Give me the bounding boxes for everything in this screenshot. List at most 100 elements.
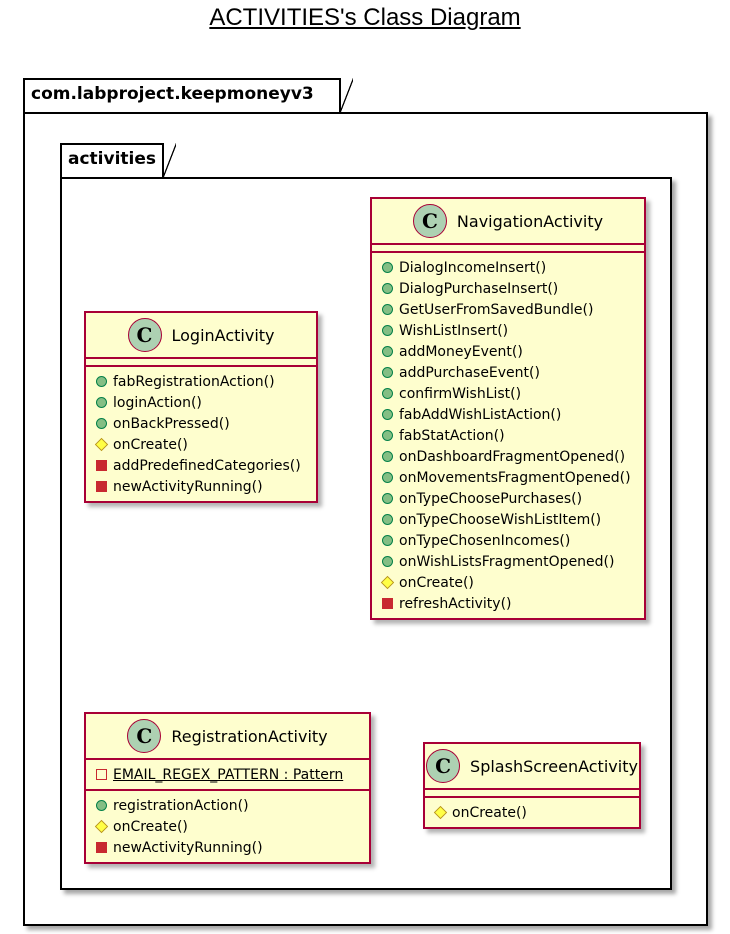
- class-method: addMoneyEvent(): [382, 341, 638, 362]
- method-signature: addPredefinedCategories(): [113, 457, 301, 474]
- class-method: confirmWishList(): [382, 383, 638, 404]
- method-signature: onWishListsFragmentOpened(): [399, 553, 615, 570]
- public-visibility-icon: [96, 376, 107, 387]
- outer-package-tab: com.labproject.keepmoneyv3: [23, 78, 353, 114]
- public-visibility-icon: [382, 430, 393, 441]
- class-method: onCreate(): [94, 434, 310, 455]
- protected-visibility-icon: [433, 805, 448, 820]
- class-header: C NavigationActivity: [372, 199, 644, 245]
- public-visibility-icon: [382, 514, 393, 525]
- method-signature: DialogIncomeInsert(): [399, 259, 547, 276]
- public-visibility-icon: [382, 388, 393, 399]
- method-signature: onCreate(): [113, 818, 188, 835]
- private-visibility-icon: [96, 769, 107, 780]
- class-method: loginAction(): [96, 392, 310, 413]
- class-method: GetUserFromSavedBundle(): [382, 299, 638, 320]
- methods-compartment: registrationAction() onCreate() newActivit…: [86, 791, 369, 862]
- class-splash-screen-activity[interactable]: C SplashScreenActivity onCreate(): [423, 742, 641, 829]
- class-method: addPurchaseEvent(): [382, 362, 638, 383]
- class-name: SplashScreenActivity: [470, 756, 638, 776]
- method-signature: addMoneyEvent(): [399, 343, 523, 360]
- public-visibility-icon: [382, 304, 393, 315]
- class-method: refreshActivity(): [382, 593, 638, 614]
- method-signature: onTypeChoosePurchases(): [399, 490, 583, 507]
- public-visibility-icon: [382, 493, 393, 504]
- public-visibility-icon: [96, 397, 107, 408]
- class-stereotype-icon: C: [412, 204, 447, 238]
- methods-compartment: DialogIncomeInsert() DialogPurchaseInsert…: [372, 253, 644, 618]
- private-visibility-icon: [96, 460, 107, 471]
- method-signature: onTypeChosenIncomes(): [399, 532, 571, 549]
- method-signature: addPurchaseEvent(): [399, 364, 540, 381]
- public-visibility-icon: [382, 283, 393, 294]
- class-stereotype-icon: C: [127, 318, 162, 352]
- class-method: onDashboardFragmentOpened(): [382, 446, 638, 467]
- method-signature: loginAction(): [113, 394, 202, 411]
- public-visibility-icon: [382, 556, 393, 567]
- method-signature: onBackPressed(): [113, 415, 230, 432]
- protected-visibility-icon: [94, 819, 109, 834]
- outer-package-name: com.labproject.keepmoneyv3: [31, 84, 314, 104]
- class-method: WishListInsert(): [382, 320, 638, 341]
- method-signature: WishListInsert(): [399, 322, 509, 339]
- protected-visibility-icon: [94, 437, 109, 452]
- class-header: C RegistrationActivity: [86, 714, 369, 760]
- class-navigation-activity[interactable]: C NavigationActivity DialogIncomeInsert(…: [370, 197, 646, 620]
- class-method: onTypeChooseWishListItem(): [382, 509, 638, 530]
- class-method: onCreate(): [94, 816, 363, 837]
- class-method: onBackPressed(): [96, 413, 310, 434]
- methods-compartment: fabRegistrationAction() loginAction() onBa…: [86, 367, 316, 501]
- public-visibility-icon: [382, 451, 393, 462]
- class-name: RegistrationActivity: [171, 726, 328, 746]
- class-header: C LoginActivity: [86, 313, 316, 359]
- diagram-title: ACTIVITIES's Class Diagram: [209, 4, 521, 31]
- class-method: onWishListsFragmentOpened(): [382, 551, 638, 572]
- private-visibility-icon: [382, 598, 393, 609]
- method-signature: fabAddWishListAction(): [399, 406, 562, 423]
- attributes-compartment: EMAIL_REGEX_PATTERN : Pattern: [86, 760, 369, 791]
- class-method: DialogIncomeInsert(): [382, 257, 638, 278]
- class-name: NavigationActivity: [456, 211, 604, 231]
- private-visibility-icon: [96, 481, 107, 492]
- class-method: registrationAction(): [96, 795, 363, 816]
- class-login-activity[interactable]: C LoginActivity fabRegistrationAction() l…: [84, 311, 318, 503]
- class-registration-activity[interactable]: C RegistrationActivity EMAIL_REGEX_PATTE…: [84, 712, 371, 864]
- attributes-compartment: [425, 790, 639, 798]
- class-header: C SplashScreenActivity: [425, 744, 639, 790]
- class-stereotype-icon: C: [426, 749, 461, 783]
- class-method: fabRegistrationAction(): [96, 371, 310, 392]
- method-signature: confirmWishList(): [399, 385, 522, 402]
- public-visibility-icon: [382, 262, 393, 273]
- method-signature: refreshActivity(): [399, 595, 512, 612]
- class-method: onTypeChoosePurchases(): [382, 488, 638, 509]
- class-method: fabAddWishListAction(): [382, 404, 638, 425]
- public-visibility-icon: [382, 409, 393, 420]
- method-signature: onCreate(): [452, 804, 527, 821]
- class-method: newActivityRunning(): [96, 837, 363, 858]
- class-method: onMovementsFragmentOpened(): [382, 467, 638, 488]
- method-signature: newActivityRunning(): [113, 839, 263, 856]
- class-method: addPredefinedCategories(): [96, 455, 310, 476]
- method-signature: fabRegistrationAction(): [113, 373, 275, 390]
- public-visibility-icon: [382, 472, 393, 483]
- method-signature: DialogPurchaseInsert(): [399, 280, 559, 297]
- class-name: LoginActivity: [171, 325, 275, 345]
- class-stereotype-icon: C: [127, 719, 162, 753]
- class-method: onTypeChosenIncomes(): [382, 530, 638, 551]
- class-attribute: EMAIL_REGEX_PATTERN : Pattern: [96, 764, 363, 785]
- attributes-compartment: [86, 359, 316, 367]
- method-signature: newActivityRunning(): [113, 478, 263, 495]
- methods-compartment: onCreate(): [425, 798, 639, 827]
- inner-package-tab: activities: [60, 143, 176, 179]
- private-visibility-icon: [96, 842, 107, 853]
- protected-visibility-icon: [380, 575, 395, 590]
- attributes-compartment: [372, 245, 644, 253]
- method-signature: onCreate(): [399, 574, 474, 591]
- method-signature: onCreate(): [113, 436, 188, 453]
- public-visibility-icon: [382, 367, 393, 378]
- public-visibility-icon: [382, 535, 393, 546]
- class-method: DialogPurchaseInsert(): [382, 278, 638, 299]
- class-method: onCreate(): [433, 802, 633, 823]
- class-method: newActivityRunning(): [96, 476, 310, 497]
- method-signature: onDashboardFragmentOpened(): [399, 448, 626, 465]
